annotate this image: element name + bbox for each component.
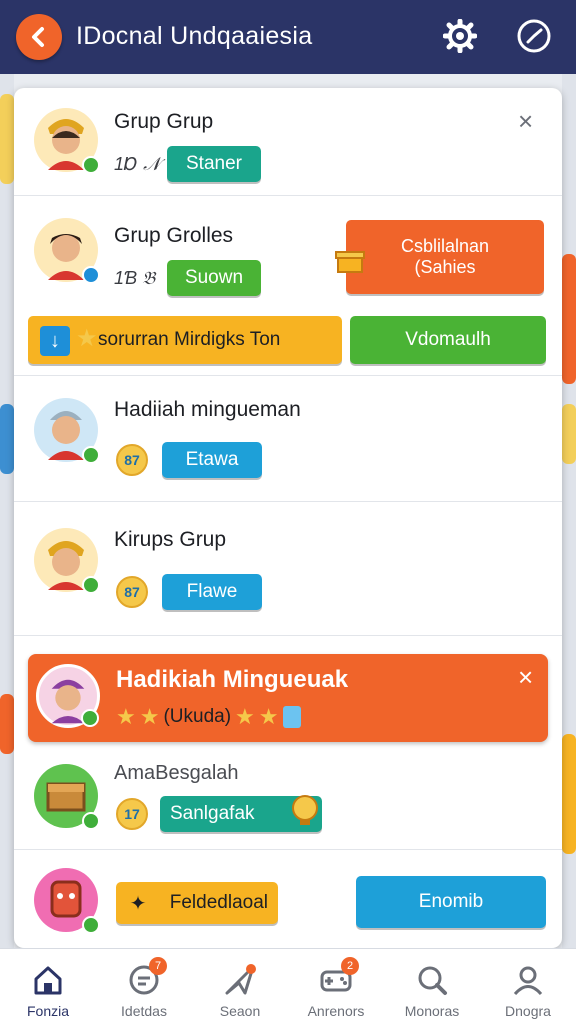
reward-button[interactable]: ✦ Feldedlaoal <box>116 882 278 924</box>
nav-label: Idetdas <box>121 1003 167 1019</box>
highlight-subtitle-row: ★ ★ (Ukuda) ★ ★ <box>116 704 301 730</box>
online-badge <box>81 709 99 727</box>
star-icon: ★ <box>139 704 160 729</box>
nav-label: Seaon <box>219 1003 261 1019</box>
celebration-button[interactable]: Csblilalnan (Sahies <box>346 220 544 294</box>
bottom-navigation: Fonzia 7 Idetdas Seaon 2 Anrenors Monora… <box>0 948 576 1024</box>
group-meta: 1Ɒ 𝒩 <box>114 154 161 174</box>
group-action-button[interactable]: Staner <box>167 146 261 182</box>
list-item[interactable]: AmaBesgalah 17 Sanlgafak <box>14 754 562 850</box>
nav-label: Monoras <box>404 1003 460 1019</box>
list-item[interactable]: Hadiiah mingueman 87 Etawa <box>14 376 562 502</box>
nav-item-home[interactable]: Fonzia <box>0 949 96 1024</box>
group-action-button[interactable]: Flawe <box>162 574 262 610</box>
nav-item-messages[interactable]: 7 Idetdas <box>96 949 192 1024</box>
online-badge <box>82 916 100 934</box>
close-icon[interactable]: × <box>518 662 533 693</box>
background-right <box>562 74 576 954</box>
nav-item-search[interactable]: Monoras <box>384 949 480 1024</box>
peek-tile <box>562 404 576 464</box>
trophy-icon <box>292 795 318 825</box>
group-name: Grup Grolles <box>114 224 234 247</box>
avatar <box>34 218 100 284</box>
app-header: IDocnal Undqaaiesia <box>0 0 576 74</box>
gift-icon <box>335 251 365 273</box>
tag-icon <box>282 706 301 728</box>
coin-icon: 87 <box>116 576 148 608</box>
avatar <box>34 398 100 464</box>
settings-button[interactable] <box>440 16 480 56</box>
list-item[interactable]: Kirups Grup 87 Flawe <box>14 502 562 636</box>
profile-icon <box>513 966 543 996</box>
sparkle-icon: ✦ <box>120 885 156 921</box>
clock-icon <box>517 19 551 53</box>
group-action-button[interactable]: Etawa <box>162 442 262 478</box>
nav-item-profile[interactable]: Dnogra <box>480 949 576 1024</box>
avatar <box>34 528 100 594</box>
avatar <box>34 108 100 174</box>
page-title: IDocnal Undqaaiesia <box>76 22 313 50</box>
list-item[interactable]: Grup Grolles 1Ɓ 𝔅 Suown Csblilalnan (Sah… <box>14 196 562 376</box>
nav-label: Fonzia <box>26 1003 70 1019</box>
star-icon: ★ <box>235 704 255 729</box>
online-badge <box>82 156 100 174</box>
avatar <box>34 764 100 830</box>
close-icon[interactable]: × <box>518 106 533 137</box>
avatar <box>36 664 100 728</box>
back-arrow-icon <box>32 27 44 47</box>
confirm-button[interactable]: Vdomaulh <box>350 316 546 364</box>
nav-label: Anrenors <box>307 1003 365 1019</box>
send-icon <box>225 964 256 995</box>
peek-tile <box>0 94 14 184</box>
nav-item-send[interactable]: Seaon <box>192 949 288 1024</box>
star-icon: ★ <box>116 704 136 729</box>
celebration-label-1: Csblilalnan <box>400 236 490 256</box>
gear-icon <box>443 19 477 53</box>
mission-banner-label: sorurran Mirdigks Ton <box>98 329 281 350</box>
group-name: AmaBesgalah <box>114 762 239 784</box>
online-badge <box>82 812 100 830</box>
download-icon: ↓ <box>40 326 70 356</box>
history-button[interactable] <box>514 16 554 56</box>
nav-item-games[interactable]: 2 Anrenors <box>288 949 384 1024</box>
group-meta: 1Ɓ 𝔅 <box>114 268 156 288</box>
highlight-banner[interactable]: Hadikiah Mingueuak ★ ★ (Ukuda) ★ ★ × <box>28 654 548 742</box>
enroll-button[interactable]: Enomib <box>356 876 546 928</box>
notification-badge: 7 <box>149 957 167 975</box>
coin-icon: 87 <box>116 444 148 476</box>
nav-label: Dnogra <box>505 1003 551 1019</box>
highlight-title: Hadikiah Mingueuak <box>116 666 349 693</box>
star-icon: ★ <box>76 325 98 352</box>
online-badge <box>82 446 100 464</box>
peek-tile <box>562 254 576 384</box>
search-icon <box>418 966 447 995</box>
reward-button-label: Feldedlaoal <box>169 892 268 913</box>
back-button[interactable] <box>16 14 62 60</box>
celebration-label-2: (Sahies <box>414 257 476 277</box>
notification-badge: 2 <box>341 957 359 975</box>
group-name: Kirups Grup <box>114 528 227 551</box>
group-action-button[interactable]: Suown <box>167 260 261 296</box>
home-icon <box>34 966 62 995</box>
group-list-card: Grup Grup 1Ɒ 𝒩 Staner × Grup Grolles 1Ɓ … <box>14 88 562 948</box>
group-name: Hadiiah mingueman <box>114 398 301 421</box>
group-name: Grup Grup <box>114 110 214 133</box>
avatar <box>34 868 100 934</box>
list-item[interactable]: Grup Grup 1Ɒ 𝒩 Staner × <box>14 88 562 196</box>
online-badge <box>82 266 100 284</box>
peek-tile <box>562 734 576 854</box>
list-item[interactable]: ✦ Feldedlaoal Feldedlaoal Enomib <box>14 850 562 948</box>
online-badge <box>82 576 100 594</box>
coin-icon: 17 <box>116 798 148 830</box>
background-left <box>0 74 14 954</box>
peek-tile <box>0 404 14 474</box>
peek-tile <box>0 694 14 754</box>
highlight-subtitle: (Ukuda) <box>163 706 232 727</box>
star-icon: ★ <box>258 704 279 729</box>
